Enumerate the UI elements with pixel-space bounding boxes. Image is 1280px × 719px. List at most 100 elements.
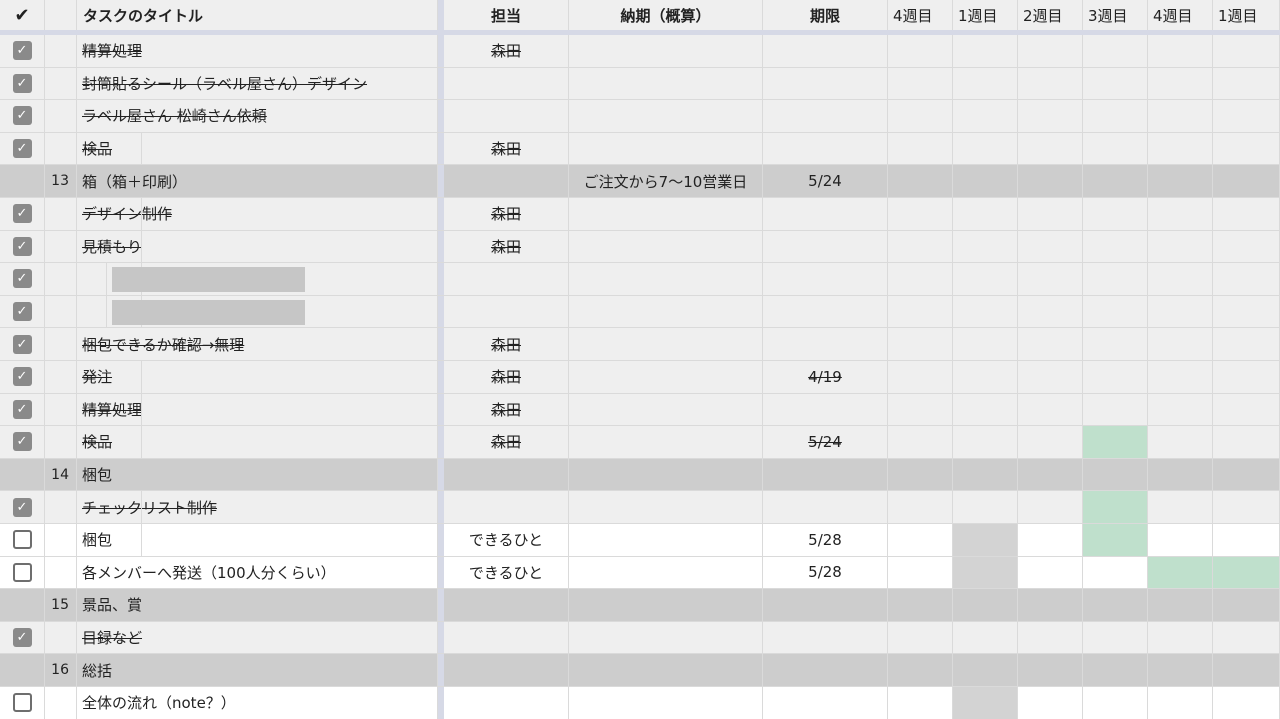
- week-cell[interactable]: [1213, 458, 1280, 492]
- week-cell[interactable]: [1213, 524, 1280, 557]
- week-cell[interactable]: [1213, 100, 1280, 133]
- checkbox-cell[interactable]: ✓: [0, 295, 45, 329]
- task-owner[interactable]: できるひと: [444, 524, 569, 557]
- task-owner[interactable]: [444, 263, 569, 296]
- week-cell[interactable]: [1083, 621, 1148, 655]
- week-cell[interactable]: [1018, 100, 1083, 133]
- week-cell[interactable]: [1148, 458, 1213, 492]
- task-due[interactable]: [763, 263, 888, 296]
- week-cell[interactable]: [1213, 35, 1280, 68]
- week-cell[interactable]: [1213, 263, 1280, 296]
- week-cell[interactable]: [888, 67, 953, 101]
- week-cell[interactable]: [1018, 654, 1083, 687]
- week-cell[interactable]: [1083, 295, 1148, 329]
- checkbox-cell[interactable]: [0, 524, 45, 557]
- week-cell[interactable]: [1148, 654, 1213, 687]
- checkbox-cell[interactable]: ✓: [0, 263, 45, 296]
- task-title[interactable]: 箱（箱＋印刷）: [77, 165, 438, 198]
- week-cell[interactable]: [888, 100, 953, 133]
- checkbox-cell[interactable]: ✓: [0, 361, 45, 394]
- task-eta[interactable]: [569, 263, 763, 296]
- week-cell[interactable]: [1083, 654, 1148, 687]
- task-due[interactable]: [763, 67, 888, 101]
- header-week[interactable]: 3週目: [1083, 0, 1148, 30]
- week-cell[interactable]: [1148, 295, 1213, 329]
- task-owner[interactable]: 森田: [444, 132, 569, 166]
- checkbox-cell[interactable]: [0, 687, 45, 719]
- week-cell[interactable]: [1148, 100, 1213, 133]
- task-title[interactable]: 発注: [77, 361, 438, 394]
- task-due[interactable]: 5/24: [763, 426, 888, 459]
- week-cell[interactable]: [1148, 198, 1213, 231]
- week-cell[interactable]: [1148, 687, 1213, 719]
- week-cell[interactable]: [1018, 198, 1083, 231]
- task-due[interactable]: [763, 328, 888, 361]
- task-title[interactable]: 総括: [77, 654, 438, 687]
- task-due[interactable]: 5/28: [763, 524, 888, 557]
- task-title[interactable]: チェックリスト制作: [77, 491, 438, 524]
- task-owner[interactable]: [444, 654, 569, 687]
- week-cell[interactable]: [953, 393, 1018, 427]
- task-owner[interactable]: 森田: [444, 230, 569, 264]
- week-cell[interactable]: [888, 491, 953, 524]
- week-cell[interactable]: [1148, 67, 1213, 101]
- week-cell[interactable]: [1213, 393, 1280, 427]
- checkbox-cell[interactable]: [0, 589, 45, 622]
- week-cell[interactable]: [888, 589, 953, 622]
- week-cell[interactable]: [1213, 426, 1280, 459]
- task-due[interactable]: [763, 589, 888, 622]
- week-cell[interactable]: [1018, 687, 1083, 719]
- task-due[interactable]: 5/24: [763, 165, 888, 198]
- checkbox-checked-icon[interactable]: ✓: [12, 432, 32, 452]
- task-title[interactable]: ラベル屋さん 松崎さん依頼: [77, 100, 438, 133]
- task-eta[interactable]: [569, 295, 763, 329]
- checkbox-unchecked-icon[interactable]: [12, 562, 32, 582]
- week-cell[interactable]: [1018, 491, 1083, 524]
- task-eta[interactable]: [569, 621, 763, 655]
- task-owner[interactable]: [444, 295, 569, 329]
- task-owner[interactable]: 森田: [444, 361, 569, 394]
- checkbox-checked-icon[interactable]: ✓: [12, 334, 32, 354]
- week-cell[interactable]: [953, 589, 1018, 622]
- task-title[interactable]: 検品: [77, 426, 438, 459]
- week-cell[interactable]: [1018, 589, 1083, 622]
- task-eta[interactable]: [569, 426, 763, 459]
- week-cell[interactable]: [1213, 198, 1280, 231]
- week-cell[interactable]: [1148, 621, 1213, 655]
- checkbox-cell[interactable]: ✓: [0, 198, 45, 231]
- header-week[interactable]: 4週目: [1148, 0, 1213, 30]
- task-title[interactable]: 見積もり: [77, 230, 438, 264]
- task-eta[interactable]: [569, 654, 763, 687]
- week-cell[interactable]: [1083, 67, 1148, 101]
- checkbox-cell[interactable]: ✓: [0, 132, 45, 166]
- week-cell[interactable]: [1213, 67, 1280, 101]
- week-cell[interactable]: [888, 230, 953, 264]
- task-owner[interactable]: [444, 458, 569, 492]
- week-cell[interactable]: [888, 524, 953, 557]
- week-cell[interactable]: [953, 524, 1018, 557]
- week-cell[interactable]: [1018, 621, 1083, 655]
- task-owner[interactable]: 森田: [444, 328, 569, 361]
- checkbox-checked-icon[interactable]: ✓: [12, 41, 32, 61]
- week-cell[interactable]: [1148, 556, 1213, 590]
- week-cell[interactable]: [888, 328, 953, 361]
- checkbox-checked-icon[interactable]: ✓: [12, 106, 32, 126]
- week-cell[interactable]: [953, 687, 1018, 719]
- week-cell[interactable]: [1148, 524, 1213, 557]
- week-cell[interactable]: [1018, 328, 1083, 361]
- week-cell[interactable]: [1148, 132, 1213, 166]
- task-due[interactable]: [763, 230, 888, 264]
- week-cell[interactable]: [888, 263, 953, 296]
- week-cell[interactable]: [1018, 165, 1083, 198]
- task-due[interactable]: [763, 491, 888, 524]
- header-week[interactable]: 1週目: [953, 0, 1018, 30]
- task-eta[interactable]: [569, 491, 763, 524]
- week-cell[interactable]: [1213, 328, 1280, 361]
- week-cell[interactable]: [1083, 35, 1148, 68]
- task-title[interactable]: 各メンバーへ発送（100人分くらい）: [77, 556, 438, 590]
- week-cell[interactable]: [1148, 165, 1213, 198]
- week-cell[interactable]: [1213, 589, 1280, 622]
- week-cell[interactable]: [953, 491, 1018, 524]
- checkbox-cell[interactable]: ✓: [0, 67, 45, 101]
- week-cell[interactable]: [953, 230, 1018, 264]
